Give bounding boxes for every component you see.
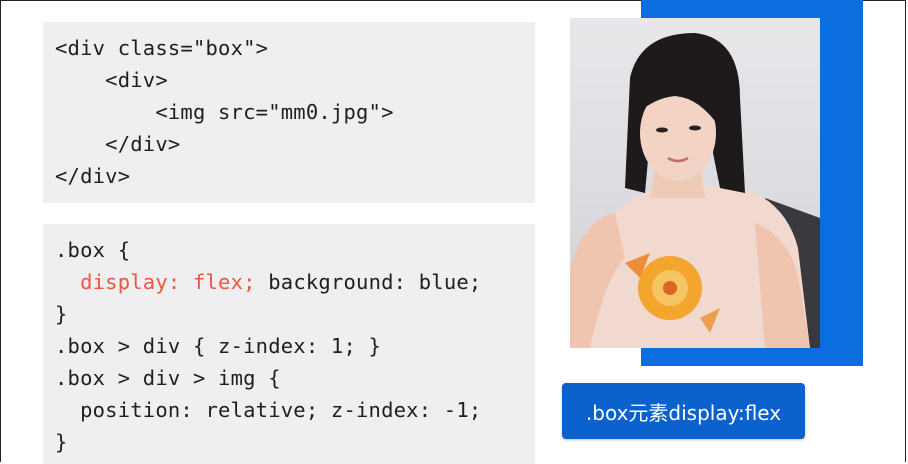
code-line-highlight: display: flex; background: blue; — [55, 266, 535, 298]
code-line: } — [55, 302, 68, 326]
code-text: background: blue; — [255, 270, 482, 294]
code-line: .box > div > img { — [55, 366, 281, 390]
code-line: position: relative; z-index: -1; — [55, 398, 482, 422]
css-code-block: .box { display: flex; background: blue;}… — [43, 224, 535, 464]
code-line: </div> — [55, 132, 181, 156]
code-line: <div> — [55, 68, 168, 92]
display-flex-label-button[interactable]: .box元素display:flex — [562, 383, 805, 439]
code-line: } — [55, 430, 68, 454]
highlighted-code: display: flex; — [55, 270, 256, 294]
photo-image — [570, 18, 820, 348]
code-line: .box > div { z-index: 1; } — [55, 334, 382, 358]
html-code-block: <div class="box"> <div> <img src="mm0.jp… — [43, 22, 535, 203]
code-line: <div class="box"> — [55, 36, 269, 60]
photo-of-girl-icon — [570, 33, 820, 348]
label-text: .box元素display:flex — [585, 400, 782, 425]
code-line: <img src="mm0.jpg"> — [55, 100, 394, 124]
code-line: </div> — [55, 164, 131, 188]
code-line: .box { — [55, 238, 131, 262]
